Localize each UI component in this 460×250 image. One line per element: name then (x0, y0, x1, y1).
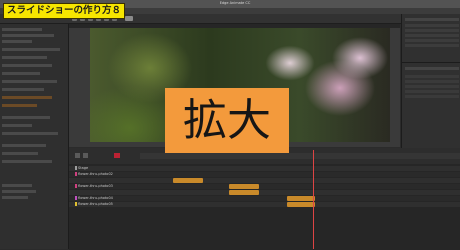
properties-row (2, 80, 62, 84)
properties-row (2, 132, 62, 136)
properties-row (2, 160, 62, 164)
element-row[interactable] (405, 34, 459, 37)
properties-row (2, 104, 62, 108)
timeline-track[interactable] (69, 190, 460, 195)
elements-panel (401, 14, 460, 62)
keyframe-bar[interactable] (229, 190, 259, 195)
track-label: Stage (78, 166, 89, 170)
track-color (75, 184, 77, 188)
track-label: flower-thru-photo05 (78, 202, 113, 206)
panel-header (405, 18, 459, 21)
track-label: flower-thru-photo02 (78, 172, 113, 176)
properties-row (2, 124, 62, 128)
library-item[interactable] (405, 75, 459, 78)
playhead[interactable] (313, 150, 314, 249)
properties-panel (0, 24, 69, 249)
element-row[interactable] (405, 24, 459, 27)
keyframe-bar[interactable] (229, 184, 259, 189)
track-color (75, 196, 77, 200)
properties-row (2, 40, 62, 44)
properties-row (2, 48, 62, 52)
properties-row (2, 56, 62, 60)
timeline-track[interactable]: flower-thru-photo03 (69, 184, 460, 189)
timeline-track[interactable] (69, 178, 460, 183)
step-button[interactable] (83, 153, 88, 158)
keyframe-bar[interactable] (287, 202, 315, 207)
keyframe-bar[interactable] (287, 196, 315, 201)
properties-row (2, 184, 62, 188)
library-item[interactable] (405, 80, 459, 83)
track-label: flower-thru-photo03 (78, 184, 113, 188)
properties-row (2, 64, 62, 68)
track-color (75, 166, 77, 170)
panel-header (405, 67, 459, 70)
library-panel (401, 62, 460, 149)
timeline-track[interactable]: flower-thru-photo04 (69, 196, 460, 201)
timeline-track[interactable]: Stage (69, 166, 460, 171)
properties-row (2, 190, 62, 194)
timeline-track[interactable]: flower-thru-photo02 (69, 172, 460, 177)
window-title: Edge Animate CC (219, 1, 251, 5)
element-row[interactable] (405, 29, 459, 32)
properties-row (2, 144, 62, 148)
track-label: flower-thru-photo04 (78, 196, 113, 200)
element-row[interactable] (405, 39, 459, 42)
record-button[interactable] (114, 153, 120, 158)
properties-row (2, 88, 62, 92)
library-item[interactable] (405, 85, 459, 88)
tutorial-caption: スライドショーの作り方８ (3, 3, 126, 19)
zoom-overlay-label: 拡大 (165, 88, 289, 153)
properties-row (2, 116, 62, 120)
properties-row (2, 152, 62, 156)
properties-row (2, 96, 62, 100)
properties-row (2, 28, 62, 32)
timeline-ruler[interactable] (140, 153, 460, 159)
timeline-track[interactable]: flower-thru-photo05 (69, 202, 460, 207)
properties-row (2, 34, 62, 38)
color-swatch[interactable] (125, 16, 133, 21)
track-color (75, 172, 77, 176)
play-button[interactable] (75, 153, 80, 158)
element-row[interactable] (405, 44, 459, 47)
properties-row (2, 72, 62, 76)
track-color (75, 202, 77, 206)
library-item[interactable] (405, 95, 459, 98)
properties-row (2, 196, 62, 200)
library-item[interactable] (405, 90, 459, 93)
keyframe-bar[interactable] (173, 178, 203, 183)
